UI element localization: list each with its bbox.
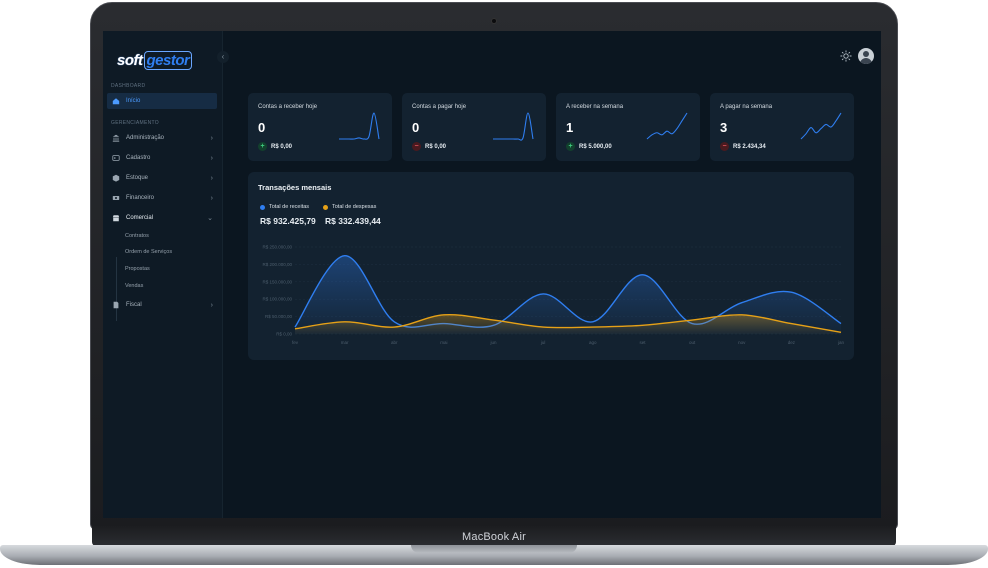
card-amount: R$ 0,00 <box>271 144 293 150</box>
chevron-right-icon: › <box>210 174 213 182</box>
chevron-down-icon: ⌄ <box>207 215 213 222</box>
card-title: A receber na semana <box>566 104 624 110</box>
y-tick-label: R$ 0,00 <box>276 332 292 337</box>
sidebar-item-fiscal[interactable]: Fiscal › <box>107 297 217 313</box>
chevron-right-icon: › <box>210 301 213 309</box>
sun-icon[interactable] <box>840 50 852 62</box>
x-tick-label: set <box>639 340 646 345</box>
sparkline-chart <box>800 112 842 140</box>
x-tick-label: jul <box>540 340 546 345</box>
x-tick-label: fev <box>292 340 299 345</box>
card-amount: R$ 0,00 <box>425 144 447 150</box>
logo[interactable]: soft gestor <box>117 49 193 71</box>
sidebar-item-label: Administração <box>126 135 165 141</box>
sidebar-item-estoque[interactable]: Estoque › <box>107 170 217 186</box>
x-tick-label: dez <box>788 340 796 345</box>
user-avatar-icon[interactable] <box>858 48 874 64</box>
sidebar-item-label: Início <box>126 98 141 104</box>
device-label: MacBook Air <box>462 531 526 543</box>
x-tick-label: mai <box>440 340 447 345</box>
sparkline-chart <box>646 112 688 140</box>
sidebar-item-financeiro[interactable]: Financeiro › <box>107 190 217 206</box>
logo-gestor: gestor <box>143 50 193 70</box>
submenu-item-propostas[interactable]: Propostas <box>125 266 150 272</box>
sparkline-path <box>800 112 842 140</box>
id-card-icon <box>112 155 120 161</box>
y-tick-label: R$ 250.000,00 <box>262 245 292 250</box>
card-contas-receber-hoje[interactable]: Contas a receber hoje 0 + R$ 0,00 <box>248 93 392 161</box>
x-tick-label: out <box>689 340 696 345</box>
sparkline-path <box>493 112 534 141</box>
card-contas-pagar-hoje[interactable]: Contas a pagar hoje 0 − R$ 0,00 <box>402 93 546 161</box>
card-pagar-semana[interactable]: A pagar na semana 3 − R$ 2.434,34 <box>710 93 854 161</box>
sidebar-item-label: Estoque <box>126 175 149 181</box>
card-count: 0 <box>412 120 420 135</box>
bank-icon <box>112 134 120 142</box>
trend-up-icon: + <box>258 142 267 151</box>
camera <box>491 18 497 24</box>
sidebar-item-administracao[interactable]: Administração › <box>107 130 217 146</box>
y-tick-label: R$ 200.000,00 <box>262 262 292 267</box>
logo-soft: soft <box>117 51 143 69</box>
card-title: Contas a receber hoje <box>258 104 318 110</box>
x-tick-label: ago <box>589 340 597 345</box>
submenu-item-ordem-de-servicos[interactable]: Ordem de Serviços <box>125 249 172 255</box>
laptop-notch <box>411 545 577 553</box>
card-amount: R$ 5.000,00 <box>579 144 612 150</box>
sparkline-chart <box>339 112 380 140</box>
box-icon <box>112 174 120 182</box>
trend-down-icon: − <box>720 142 729 151</box>
x-tick-label: nov <box>738 340 746 345</box>
area-chart: R$ 0,00 R$ 50.000,00 R$ 100.000,00 R$ 150.0… <box>262 245 845 346</box>
chart-panel-transacoes: Transações mensais Total de receitas Tot… <box>248 172 854 360</box>
sparkline-chart <box>493 112 534 141</box>
card-count: 3 <box>720 120 728 135</box>
submenu-item-vendas[interactable]: Vendas <box>125 283 143 289</box>
document-icon <box>113 301 119 309</box>
y-tick-label: R$ 50.000,00 <box>265 314 293 319</box>
card-title: A pagar na semana <box>720 104 773 110</box>
trend-down-icon: − <box>412 142 421 151</box>
section-label-management: GERENCIAMENTO <box>111 120 159 126</box>
x-tick-label: jan <box>837 340 845 345</box>
sidebar-item-label: Comercial <box>126 215 154 221</box>
home-icon <box>112 98 120 105</box>
sidebar: soft gestor DASHBOARD Início GERENCIAMEN… <box>103 31 223 518</box>
sidebar-item-label: Fiscal <box>126 302 142 308</box>
card-receber-semana[interactable]: A receber na semana 1 + R$ 5.000,00 <box>556 93 700 161</box>
card-amount: R$ 2.434,34 <box>733 144 766 150</box>
sparkline-path <box>339 112 380 140</box>
sparkline-path <box>646 112 688 140</box>
sidebar-item-label: Cadastro <box>126 155 151 161</box>
card-count: 0 <box>258 120 266 135</box>
x-tick-label: mar <box>341 340 349 345</box>
shop-icon <box>112 215 120 222</box>
section-label-dashboard: DASHBOARD <box>111 83 146 89</box>
money-icon <box>112 196 120 200</box>
x-tick-label: abr <box>391 340 398 345</box>
avatar-body <box>860 58 872 64</box>
card-title: Contas a pagar hoje <box>412 104 467 110</box>
chevron-right-icon: › <box>210 154 213 162</box>
chevron-right-icon: › <box>210 134 213 142</box>
chevron-left-icon[interactable]: ‹ <box>217 51 229 63</box>
app-screen: soft gestor DASHBOARD Início GERENCIAMEN… <box>103 31 881 518</box>
y-tick-label: R$ 100.000,00 <box>262 297 292 302</box>
avatar-head <box>863 51 869 57</box>
y-tick-label: R$ 150.000,00 <box>262 279 292 284</box>
chevron-right-icon: › <box>210 194 213 202</box>
sidebar-item-inicio[interactable]: Início <box>107 93 217 109</box>
x-tick-label: jun <box>490 340 498 345</box>
submenu-item-contratos[interactable]: Contratos <box>125 233 149 239</box>
sidebar-item-comercial[interactable]: Comercial ⌄ <box>107 210 217 226</box>
card-count: 1 <box>566 120 574 135</box>
sidebar-item-label: Financeiro <box>126 195 155 201</box>
trend-up-icon: + <box>566 142 575 151</box>
sidebar-item-cadastro[interactable]: Cadastro › <box>107 150 217 166</box>
